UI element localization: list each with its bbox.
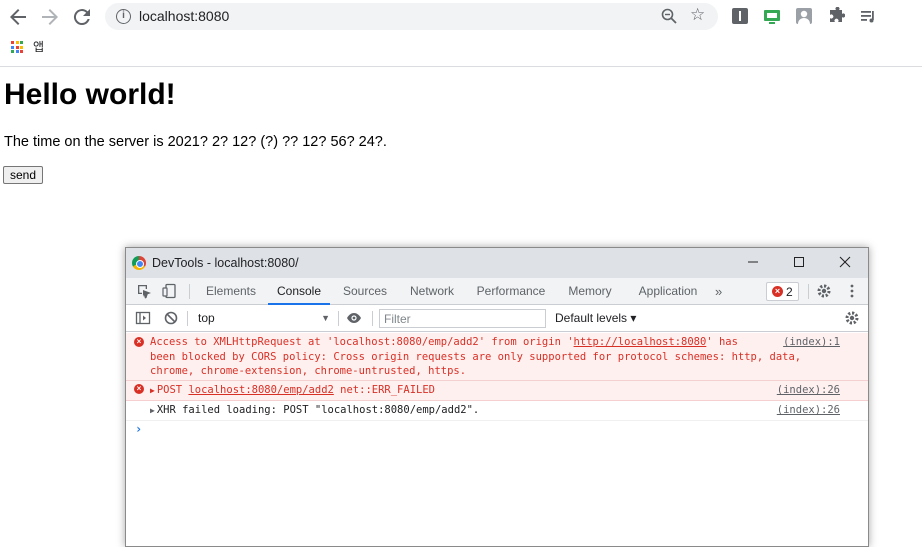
zoom-icon[interactable] (660, 7, 678, 25)
cors-line1: Access to XMLHttpRequest at 'localhost:8… (150, 336, 574, 348)
bookmark-star-icon[interactable]: ☆ (690, 5, 705, 25)
url-text[interactable]: localhost:8080 (139, 8, 229, 24)
apps-grid-icon[interactable] (11, 41, 23, 53)
tab-sources[interactable]: Sources (338, 278, 392, 305)
clear-console-icon[interactable] (163, 310, 179, 326)
settings-gear-icon[interactable] (816, 283, 832, 299)
error-icon: × (772, 286, 783, 297)
chevron-down-icon: ▼ (321, 313, 330, 323)
cors-line1-end: ' has (706, 336, 738, 348)
console-error-message: × ▶ POST localhost:8080/emp/add2 net::ERR… (126, 381, 868, 401)
error-count-badge[interactable]: × 2 (766, 282, 799, 301)
tab-console[interactable]: Console (268, 278, 330, 305)
page-heading: Hello world! (4, 78, 176, 111)
origin-link[interactable]: http://localhost:8080 (574, 336, 707, 348)
sidebar-toggle-icon[interactable] (135, 310, 151, 326)
minimize-icon[interactable] (730, 248, 776, 278)
back-arrow-icon[interactable] (6, 5, 30, 29)
browser-toolbar: i localhost:8080 ☆ (0, 0, 922, 33)
live-expression-eye-icon[interactable] (346, 310, 362, 326)
extension-icon[interactable] (731, 7, 749, 25)
tab-network[interactable]: Network (404, 278, 460, 305)
maximize-icon[interactable] (776, 248, 822, 278)
cors-error-text: Access to XMLHttpRequest at 'localhost:8… (150, 335, 801, 379)
toolbar-divider (808, 284, 809, 299)
cors-line3: chrome, chrome-extension, chrome-untrust… (150, 365, 467, 377)
context-value: top (198, 311, 215, 325)
toolbar-divider (338, 311, 339, 326)
xhr-failed-text[interactable]: ▶ XHR failed loading: POST "localhost:808… (150, 403, 479, 419)
profile-avatar-icon[interactable] (795, 7, 813, 25)
address-bar[interactable]: i localhost:8080 ☆ (105, 3, 718, 30)
devtools-titlebar[interactable]: DevTools - localhost:8080/ (126, 248, 868, 278)
post-method: POST (156, 384, 189, 396)
send-button[interactable]: send (3, 166, 44, 184)
bookmarks-bar (0, 33, 922, 67)
tab-application[interactable]: Application (630, 278, 706, 305)
devtools-window: DevTools - localhost:8080/ Elements Cons… (125, 247, 869, 547)
post-error-text[interactable]: ▶ POST localhost:8080/emp/add2 net::ERR_F… (150, 383, 435, 399)
error-circle-icon: × (134, 337, 144, 347)
screen-extension-icon[interactable] (763, 7, 781, 25)
expand-triangle-icon[interactable]: ▶ (150, 384, 155, 399)
kebab-menu-icon[interactable] (844, 283, 860, 299)
server-time-text: The time on the server is 2021? 2? 12? (… (4, 134, 387, 150)
source-link[interactable]: (index):26 (777, 383, 840, 398)
tab-performance[interactable]: Performance (473, 278, 549, 305)
more-tabs-chevron-icon[interactable]: » (715, 284, 722, 299)
xhr-failed-message: XHR failed loading: POST "localhost:8080… (156, 404, 480, 416)
request-url-link[interactable]: localhost:8080/emp/add2 (188, 384, 333, 396)
tab-memory[interactable]: Memory (563, 278, 617, 305)
filter-input[interactable] (379, 309, 546, 328)
console-settings-gear-icon[interactable] (844, 310, 860, 326)
console-info-message: ▶ XHR failed loading: POST "localhost:808… (126, 401, 868, 421)
console-error-message: × Access to XMLHttpRequest at 'localhost… (126, 333, 868, 381)
devtools-tabbar: Elements Console Sources Network Perform… (126, 278, 868, 305)
apps-bookmark-label[interactable]: 앱 (33, 38, 44, 55)
device-toolbar-icon[interactable] (162, 283, 178, 299)
console-prompt-row[interactable]: › (126, 421, 868, 441)
toolbar-divider (372, 311, 373, 326)
devtools-title: DevTools - localhost:8080/ (152, 256, 299, 270)
console-prompt-chevron-icon: › (135, 422, 143, 436)
forward-arrow-icon[interactable] (38, 5, 62, 29)
source-link[interactable]: (index):26 (777, 403, 840, 418)
console-filter-bar: top ▼ Default levels ▾ (126, 305, 868, 332)
error-count: 2 (786, 285, 793, 299)
expand-triangle-icon[interactable]: ▶ (150, 404, 155, 419)
source-link[interactable]: (index):1 (783, 335, 840, 350)
toolbar-divider (189, 284, 190, 299)
toolbar-divider (187, 311, 188, 326)
post-error-code: net::ERR_FAILED (333, 384, 435, 396)
puzzle-icon[interactable] (827, 7, 845, 25)
reload-icon[interactable] (70, 5, 94, 29)
cors-line2: been blocked by CORS policy: Cross origi… (150, 350, 802, 363)
close-icon[interactable] (822, 248, 868, 278)
site-info-icon[interactable]: i (116, 9, 131, 24)
reading-list-icon[interactable] (859, 7, 877, 25)
inspect-element-icon[interactable] (136, 283, 152, 299)
tab-elements[interactable]: Elements (202, 278, 260, 305)
chrome-logo-icon (132, 256, 146, 270)
default-levels-dropdown[interactable]: Default levels ▾ (555, 309, 636, 328)
error-circle-icon: × (134, 384, 144, 394)
console-messages: × Access to XMLHttpRequest at 'localhost… (126, 333, 868, 441)
context-select[interactable]: top ▼ (194, 309, 332, 328)
